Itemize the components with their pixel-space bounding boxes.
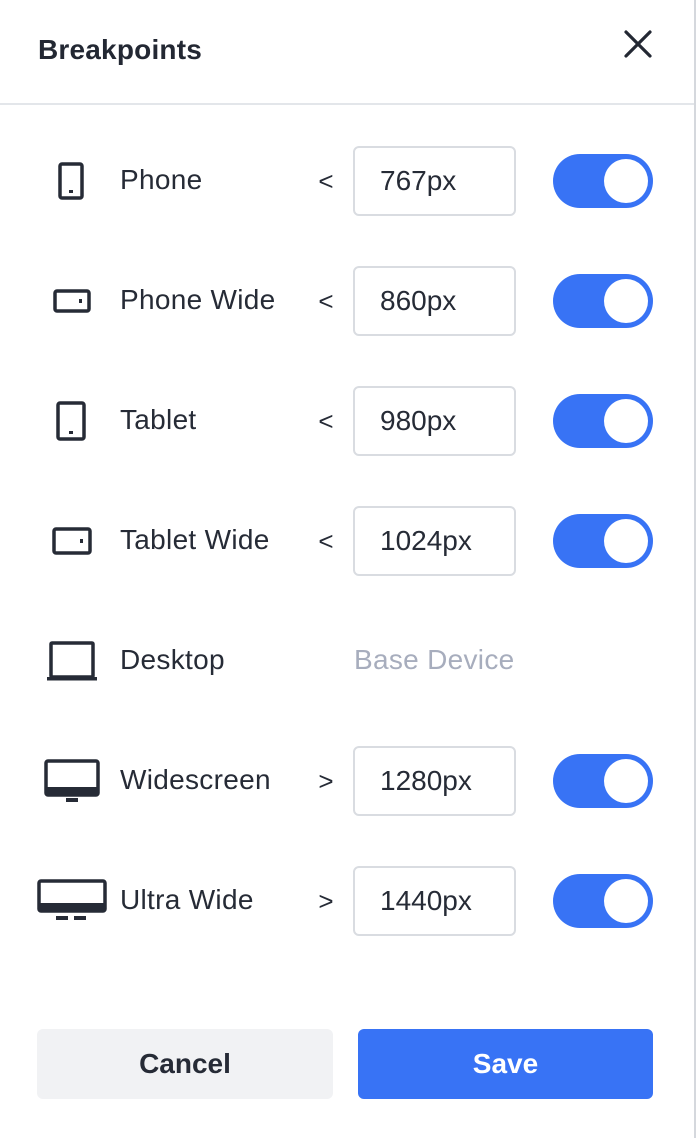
toggle-knob	[604, 879, 648, 923]
phone-landscape-icon	[36, 266, 108, 336]
breakpoint-row-tablet: Tablet < 980px	[0, 386, 694, 456]
breakpoint-width-input[interactable]: 980px	[353, 386, 516, 456]
toggle-knob	[604, 159, 648, 203]
breakpoint-toggle[interactable]	[553, 394, 653, 448]
breakpoint-row-phone: Phone < 767px	[0, 146, 694, 216]
breakpoint-toggle[interactable]	[553, 754, 653, 808]
laptop-icon	[36, 626, 108, 696]
breakpoint-row-phone-wide: Phone Wide < 860px	[0, 266, 694, 336]
tablet-portrait-icon	[36, 386, 108, 456]
breakpoint-toggle[interactable]	[553, 874, 653, 928]
breakpoint-width-input[interactable]: 1440px	[353, 866, 516, 936]
breakpoint-label: Phone Wide	[120, 284, 276, 315]
breakpoint-label: Tablet Wide	[120, 524, 270, 555]
toggle-knob	[604, 759, 648, 803]
ultrawide-monitor-icon	[36, 866, 108, 936]
breakpoint-width-input[interactable]: 1280px	[353, 746, 516, 816]
phone-portrait-icon	[36, 146, 108, 216]
breakpoint-label: Phone	[120, 164, 203, 195]
breakpoint-toggle[interactable]	[553, 274, 653, 328]
breakpoint-toggle[interactable]	[553, 514, 653, 568]
cancel-button[interactable]: Cancel	[37, 1029, 333, 1099]
toggle-knob	[604, 279, 648, 323]
breakpoint-width-input[interactable]: 767px	[353, 146, 516, 216]
breakpoint-width-input[interactable]: 1024px	[353, 506, 516, 576]
breakpoint-operator: >	[318, 886, 334, 916]
breakpoint-label: Ultra Wide	[120, 884, 254, 915]
toggle-knob	[604, 519, 648, 563]
close-button[interactable]	[618, 24, 658, 64]
breakpoint-row-tablet-wide: Tablet Wide < 1024px	[0, 506, 694, 576]
breakpoint-operator: <	[318, 406, 334, 436]
breakpoint-toggle[interactable]	[553, 154, 653, 208]
breakpoint-row-ultra-wide: Ultra Wide > 1440px	[0, 866, 694, 936]
breakpoint-label: Tablet	[120, 404, 197, 435]
tablet-landscape-icon	[36, 506, 108, 576]
breakpoint-label: Desktop	[120, 644, 225, 675]
breakpoint-row-widescreen: Widescreen > 1280px	[0, 746, 694, 816]
breakpoints-panel: Breakpoints Phone < 767px Phone Wide < 8…	[0, 0, 696, 1138]
panel-header: Breakpoints	[0, 0, 694, 105]
toggle-knob	[604, 399, 648, 443]
monitor-icon	[36, 746, 108, 816]
breakpoint-operator: <	[318, 166, 334, 196]
breakpoint-operator: >	[318, 766, 334, 796]
save-button[interactable]: Save	[358, 1029, 653, 1099]
breakpoint-label: Widescreen	[120, 764, 271, 795]
base-device-label: Base Device	[354, 644, 515, 675]
breakpoint-operator: <	[318, 286, 334, 316]
panel-title: Breakpoints	[38, 34, 203, 65]
close-icon	[624, 30, 652, 58]
breakpoint-row-desktop: Desktop Base Device	[0, 626, 694, 696]
breakpoint-operator: <	[318, 526, 334, 556]
breakpoint-width-input[interactable]: 860px	[353, 266, 516, 336]
